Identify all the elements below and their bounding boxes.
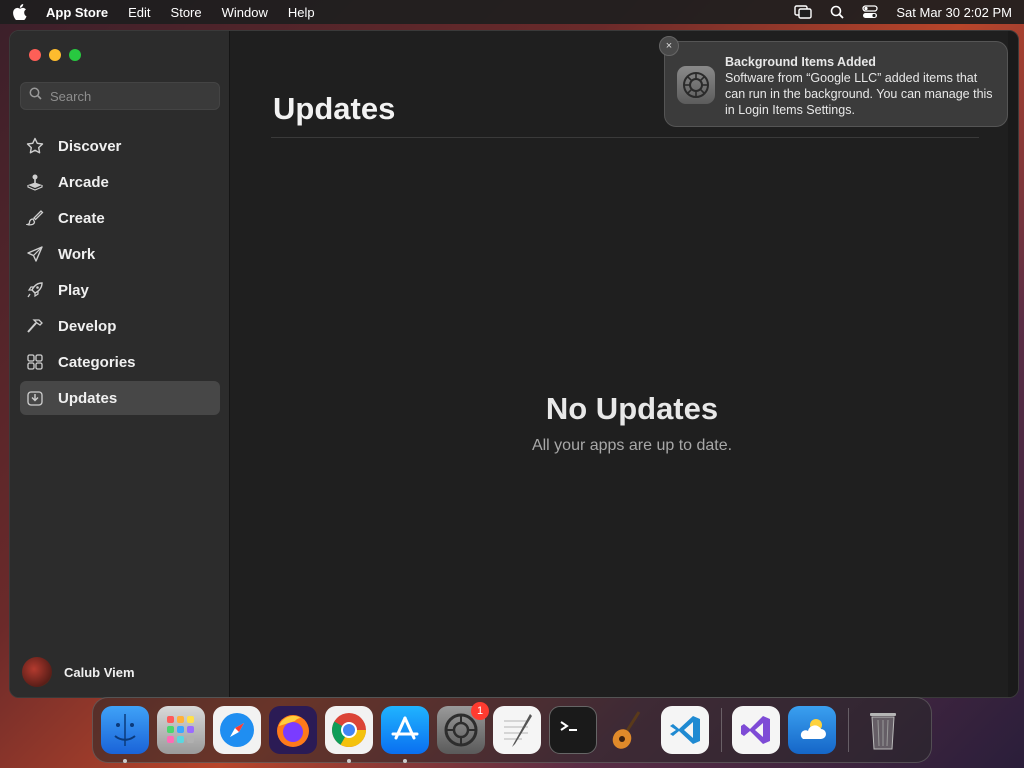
system-settings-icon	[677, 66, 715, 104]
dock-textedit[interactable]	[493, 706, 541, 754]
minimize-window-button[interactable]	[49, 49, 61, 61]
menu-help[interactable]: Help	[288, 5, 315, 20]
notification-text: Background Items Added Software from “Go…	[725, 54, 995, 117]
grid-icon	[26, 353, 44, 371]
paper-plane-icon	[26, 245, 44, 263]
trash-icon	[870, 713, 896, 750]
dock-weather[interactable]	[788, 706, 836, 754]
page-title: Updates	[273, 91, 396, 126]
hammer-icon	[26, 317, 44, 335]
empty-state-title: No Updates	[545, 391, 719, 426]
running-indicator	[403, 759, 407, 763]
sidebar-item-updates[interactable]: Updates	[20, 381, 220, 415]
empty-state-subtitle: All your apps are up to date.	[531, 437, 733, 454]
guitar-icon	[612, 711, 641, 749]
notification-close-button[interactable]: ×	[659, 36, 679, 56]
dock-firefox[interactable]	[269, 706, 317, 754]
sidebar-item-arcade[interactable]: Arcade	[20, 165, 220, 199]
finder-icon	[114, 714, 136, 746]
firefox-icon	[277, 715, 309, 747]
user-account[interactable]: Calub Viem	[22, 657, 135, 687]
weather-icon	[800, 719, 826, 739]
dock-separator	[848, 708, 849, 752]
sidebar-item-categories[interactable]: Categories	[20, 345, 220, 379]
dock: 1	[92, 697, 932, 763]
app-store-window: Discover Arcade Create Work	[9, 30, 1019, 698]
control-center-icon[interactable]	[862, 5, 879, 19]
running-indicator	[347, 759, 351, 763]
sidebar-item-discover[interactable]: Discover	[20, 129, 220, 163]
dock-separator	[721, 708, 722, 752]
terminal-icon	[560, 721, 577, 731]
sidebar-item-develop[interactable]: Develop	[20, 309, 220, 343]
dock-garageband[interactable]	[605, 706, 653, 754]
sidebar-nav: Discover Arcade Create Work Play Develop…	[20, 129, 220, 417]
menu-app-name[interactable]: App Store	[46, 5, 108, 20]
menu-clock[interactable]: Sat Mar 30 2:02 PM	[896, 5, 1012, 20]
dock-trash[interactable]	[859, 706, 907, 754]
menu-bar: App Store Edit Store Window Help Sat Mar…	[0, 0, 1024, 24]
chrome-icon	[332, 713, 366, 747]
dock-visual-studio[interactable]	[732, 706, 780, 754]
notification-banner[interactable]: × Background Items Added Software from “…	[659, 36, 1008, 127]
sidebar-item-label: Work	[58, 245, 96, 263]
running-indicator	[123, 759, 127, 763]
launchpad-icon	[167, 716, 194, 743]
zoom-window-button[interactable]	[69, 49, 81, 61]
user-name[interactable]: Calub Viem	[64, 665, 135, 680]
window-controls	[29, 49, 81, 61]
main-content: Updates No Updates All your apps are up …	[231, 31, 1018, 697]
search-field[interactable]	[20, 82, 220, 110]
sidebar-item-label: Develop	[58, 317, 117, 335]
screen-mirroring-icon[interactable]	[794, 5, 813, 19]
search-input[interactable]	[50, 88, 210, 104]
sidebar: Discover Arcade Create Work	[10, 31, 230, 697]
brush-icon	[26, 209, 44, 227]
dock-safari[interactable]	[213, 706, 261, 754]
sidebar-item-create[interactable]: Create	[20, 201, 220, 235]
search-icon	[29, 87, 42, 105]
empty-state: No Updates All your apps are up to date.	[231, 391, 1018, 455]
vscode-icon	[670, 716, 700, 744]
notification-title: Background Items Added	[725, 55, 876, 69]
spotlight-search-icon[interactable]	[830, 5, 845, 19]
dock-app-store[interactable]	[381, 706, 429, 763]
avatar[interactable]	[22, 657, 52, 687]
app-store-icon	[391, 716, 419, 740]
close-window-button[interactable]	[29, 49, 41, 61]
joystick-icon	[26, 173, 44, 191]
title-divider	[271, 137, 979, 138]
sidebar-item-label: Discover	[58, 137, 122, 155]
sidebar-item-label: Updates	[58, 389, 118, 407]
menu-store[interactable]: Store	[171, 5, 202, 20]
menu-edit[interactable]: Edit	[128, 5, 150, 20]
textedit-icon	[504, 714, 532, 747]
dock-vscode[interactable]	[661, 706, 709, 754]
sidebar-item-label: Create	[58, 209, 105, 227]
notification-body: Software from “Google LLC” added items t…	[725, 71, 993, 117]
sidebar-item-label: Categories	[58, 353, 136, 371]
apple-icon[interactable]	[12, 4, 28, 20]
sidebar-item-label: Play	[58, 281, 89, 299]
safari-icon	[220, 713, 254, 747]
download-icon	[26, 389, 44, 407]
sidebar-item-work[interactable]: Work	[20, 237, 220, 271]
dock-terminal[interactable]	[549, 706, 597, 754]
dock-chrome[interactable]	[325, 706, 373, 763]
scrollbar[interactable]	[1008, 31, 1018, 697]
sidebar-item-label: Arcade	[58, 173, 109, 191]
sidebar-item-play[interactable]: Play	[20, 273, 220, 307]
dock-system-settings[interactable]: 1	[437, 702, 489, 754]
notification-badge: 1	[471, 702, 489, 720]
star-icon	[26, 137, 44, 155]
visual-studio-icon	[741, 716, 770, 744]
menu-window[interactable]: Window	[222, 5, 268, 20]
dock-launchpad[interactable]	[157, 706, 205, 754]
rocket-icon	[26, 281, 44, 299]
dock-finder[interactable]	[101, 706, 149, 763]
